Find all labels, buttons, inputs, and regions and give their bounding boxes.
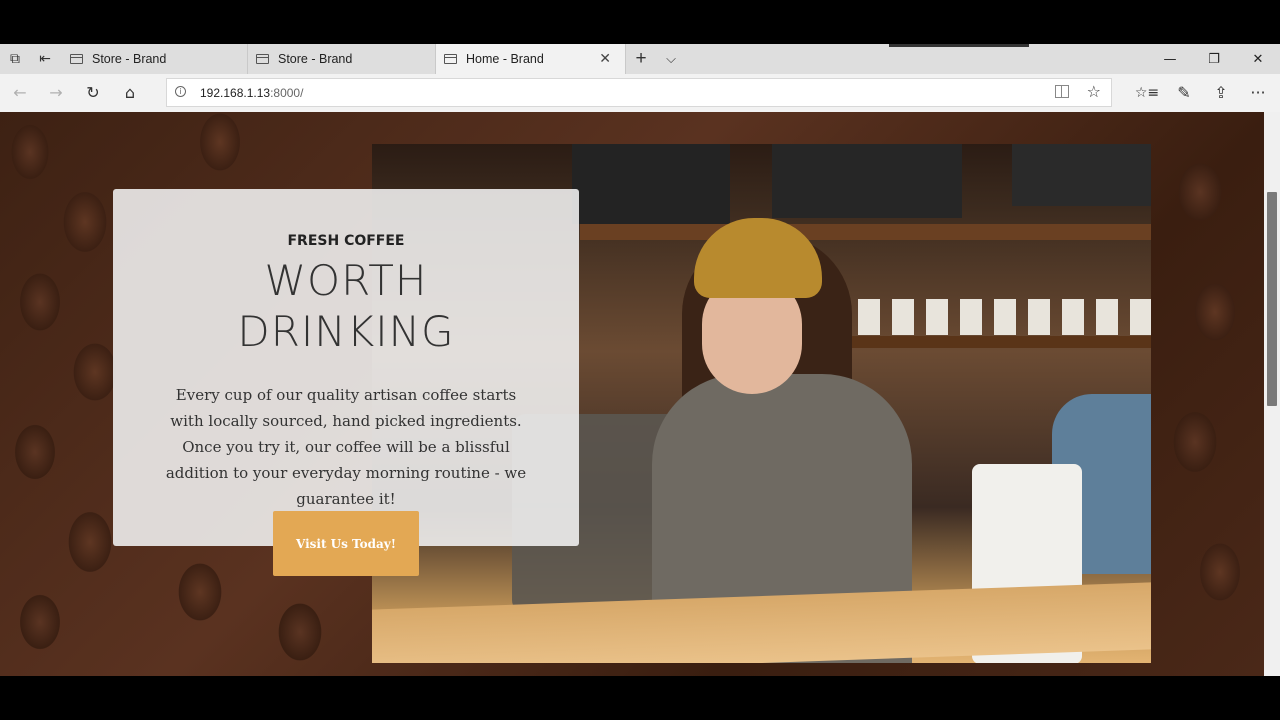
tab-title: Store - Brand <box>278 52 353 66</box>
tab-actions: ⧉ ⇤ <box>0 44 60 74</box>
forward-button[interactable]: → <box>38 74 74 111</box>
visit-us-button[interactable]: Visit Us Today! <box>273 511 419 576</box>
menu-board <box>572 144 730 224</box>
restore-tabs-icon[interactable]: ⇤ <box>30 44 60 74</box>
tab-title: Store - Brand <box>92 52 167 66</box>
tab-store-1[interactable]: Store - Brand <box>62 44 248 74</box>
web-note-icon[interactable]: ✎ <box>1166 74 1202 111</box>
tab-home[interactable]: Home - Brand ✕ <box>436 44 626 74</box>
close-window-button[interactable]: ✕ <box>1236 44 1280 74</box>
favorites-hub-icon[interactable]: ☆≡ <box>1129 74 1165 111</box>
info-icon[interactable]: i <box>175 86 186 97</box>
set-aside-tabs-icon[interactable]: ⧉ <box>0 44 30 74</box>
cups-row <box>824 299 1151 335</box>
page-scrollbar[interactable] <box>1264 112 1280 676</box>
reading-view-icon[interactable] <box>1055 85 1069 98</box>
hero-headline: WORTH DRINKING <box>113 255 579 357</box>
menu-board <box>772 144 962 218</box>
tab-title: Home - Brand <box>466 52 544 66</box>
home-button[interactable]: ⌂ <box>112 74 148 111</box>
address-bar[interactable]: i 192.168.1.13:8000/ ☆ <box>166 78 1112 107</box>
url-text[interactable]: 192.168.1.13:8000/ <box>200 86 303 100</box>
navigation-bar: ← → ↻ ⌂ i 192.168.1.13:8000/ ☆ ☆≡ ✎ ⇪ ··… <box>0 74 1280 111</box>
page-viewport: FRESH COFFEE WORTH DRINKING Every cup of… <box>0 112 1264 676</box>
browser-window: ⧉ ⇤ Store - Brand Store - Brand Home - B… <box>0 44 1280 676</box>
refresh-button[interactable]: ↻ <box>75 74 111 111</box>
shelf <box>580 224 1151 240</box>
tab-store-2[interactable]: Store - Brand <box>248 44 436 74</box>
share-icon[interactable]: ⇪ <box>1203 74 1239 111</box>
tab-strip: ⧉ ⇤ Store - Brand Store - Brand Home - B… <box>0 44 1280 74</box>
chevron-down-icon[interactable]: ⌵ <box>660 44 682 74</box>
headline-line-1: WORTH <box>264 256 428 305</box>
menu-board <box>1012 144 1151 206</box>
section-eyebrow: FRESH COFFEE <box>287 233 405 249</box>
more-icon[interactable]: ··· <box>1240 74 1276 111</box>
close-tab-icon[interactable]: ✕ <box>599 51 611 67</box>
minimize-button[interactable]: — <box>1148 44 1192 74</box>
intro-card: FRESH COFFEE WORTH DRINKING Every cup of… <box>113 189 579 546</box>
shelf <box>812 336 1151 348</box>
maximize-button[interactable]: ❐ <box>1192 44 1236 74</box>
hero-body-text: Every cup of our quality artisan coffee … <box>165 386 527 508</box>
window-drag-handle[interactable] <box>889 44 1029 47</box>
back-button[interactable]: ← <box>2 74 38 111</box>
page-icon <box>70 54 83 64</box>
page-icon <box>444 54 457 64</box>
scrollbar-thumb[interactable] <box>1267 192 1277 406</box>
new-tab-button[interactable]: + <box>630 44 652 74</box>
headline-line-2: DRINKING <box>237 307 455 356</box>
page-icon <box>256 54 269 64</box>
favorite-star-icon[interactable]: ☆ <box>1087 82 1101 101</box>
